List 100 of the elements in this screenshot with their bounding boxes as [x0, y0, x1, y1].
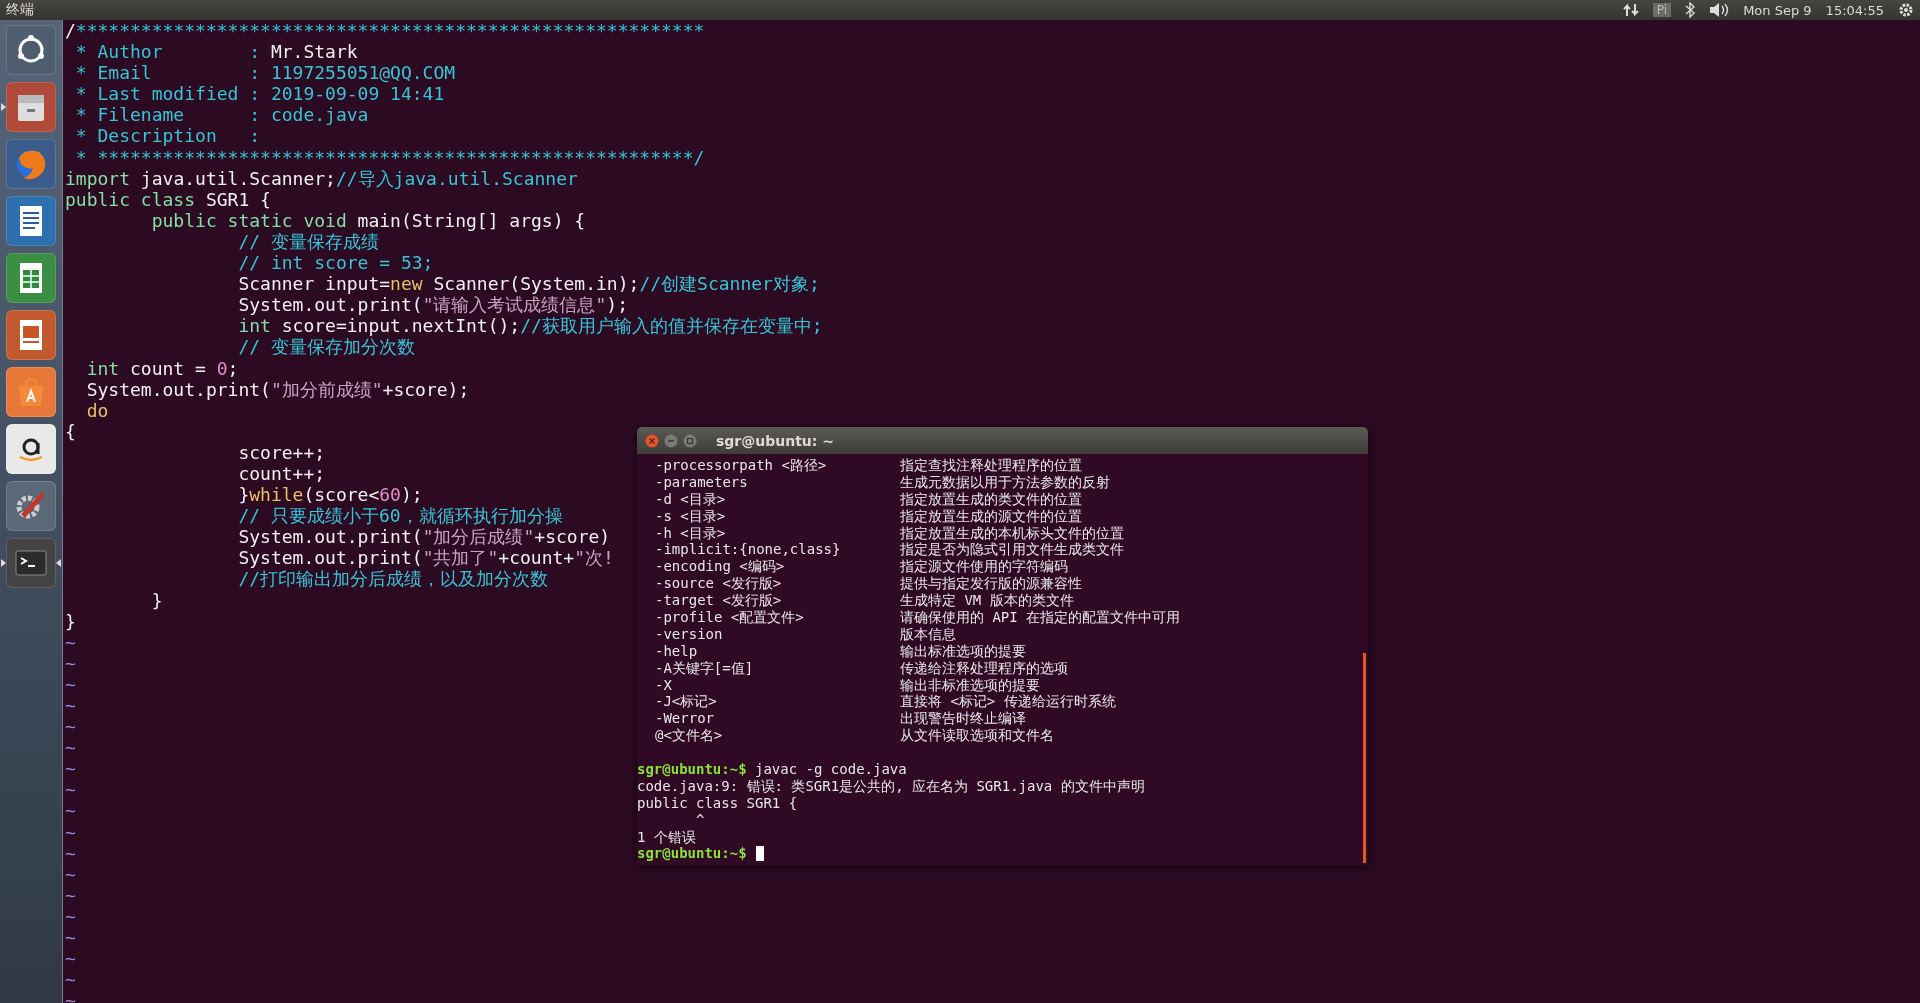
scrollbar[interactable]: [1363, 653, 1366, 863]
option-description: 传递给注释处理程序的选项: [900, 659, 1068, 677]
empty-line-marker: ~: [65, 884, 76, 906]
option-name: @<文件名>: [655, 727, 724, 745]
files-launcher-icon[interactable]: [6, 82, 56, 132]
browser-launcher-icon[interactable]: [6, 139, 56, 189]
option-name: -profile <配置文件>: [655, 609, 805, 626]
option-name: -X: [655, 676, 673, 694]
app-title: 终端: [6, 1, 34, 19]
writer-launcher-icon[interactable]: [6, 196, 56, 246]
amazon-launcher-icon[interactable]: [6, 424, 56, 474]
option-name: -processorpath <路径>: [655, 457, 828, 474]
dash-launcher-icon[interactable]: [6, 25, 56, 75]
option-description: 输出非标准选项的提要: [900, 676, 1040, 694]
option-name: -s <目录>: [655, 507, 727, 525]
option-description: 版本信息: [900, 625, 956, 643]
code-line: * Last modified : 2019-09-09 14:41: [74, 83, 445, 105]
code-line: * Email : 1197255051@QQ.COM: [74, 62, 456, 84]
option-description: 指定是否为隐式引用文件生成类文件: [900, 541, 1124, 559]
code-line: * *******************************************************/: [74, 146, 705, 168]
code-line: // int score = 53;: [237, 252, 434, 274]
code-line: }: [150, 589, 163, 611]
volume-icon[interactable]: [1709, 2, 1730, 18]
option-name: -version: [655, 625, 724, 643]
window-title: sgr@ubuntu: ~: [716, 432, 835, 449]
option-name: -source <发行版>: [655, 575, 783, 593]
impress-launcher-icon[interactable]: [6, 310, 56, 360]
code-line: import java.util.Scanner;//导入java.util.Scanner: [65, 167, 578, 189]
empty-line-marker: ~: [65, 652, 76, 674]
code-line: //打印输出加分后成绩，以及加分次数: [237, 568, 549, 590]
time-label[interactable]: 15:04:55: [1825, 2, 1884, 18]
minimize-icon[interactable]: [664, 433, 678, 448]
terminal-output: code.java:9: 错误: 类SGR1是公共的, 应在名为 SGR1.java 的文件中声明: [637, 777, 1146, 795]
empty-line-marker: ~: [65, 821, 76, 843]
code-line: count++;: [237, 462, 326, 485]
option-description: 从文件读取选项和文件名: [900, 727, 1054, 745]
empty-line-marker: ~: [65, 948, 76, 970]
empty-line-marker: ~: [65, 695, 76, 717]
code-line: System.out.print("共加了"+count+"次!: [237, 547, 614, 569]
code-line: System.out.print("加分前成绩"+score);: [85, 378, 470, 400]
code-line: * Description :: [74, 125, 261, 147]
empty-line-marker: ~: [65, 779, 76, 801]
code-line: int score=input.nextInt();//获取用户输入的值并保存在变量中;: [237, 315, 823, 337]
option-name: -d <目录>: [655, 490, 727, 508]
close-icon[interactable]: [645, 433, 659, 448]
code-line: {: [65, 420, 76, 442]
option-name: -J<标记>: [655, 693, 718, 711]
date-label[interactable]: Mon Sep 9: [1743, 2, 1812, 18]
empty-line-marker: ~: [65, 927, 76, 949]
maximize-icon[interactable]: [683, 433, 697, 448]
empty-line-marker: ~: [65, 863, 76, 885]
code-line: int count = 0;: [85, 357, 239, 379]
code-line: // 只要成绩小于60，就循环执行加分操: [237, 505, 563, 527]
option-name: -A关键字[=值]: [655, 659, 755, 677]
option-name: -help: [655, 642, 699, 660]
option-description: 输出标准选项的提要: [900, 642, 1026, 660]
terminal-launcher-icon[interactable]: [6, 538, 56, 588]
option-description: 出现警告时终止编译: [900, 710, 1026, 728]
empty-line-marker: ~: [65, 673, 76, 695]
code-line: public static void main(String[] args) {: [150, 209, 586, 231]
empty-line-marker: ~: [65, 842, 76, 864]
empty-line-marker: ~: [65, 631, 76, 653]
network-icon[interactable]: [1622, 2, 1639, 18]
empty-line-marker: ~: [65, 990, 76, 1003]
option-name: -encoding <编码>: [655, 558, 786, 576]
empty-line-marker: ~: [65, 758, 76, 780]
code-line: Scanner input=new Scanner(System.in);//创建Scanner对象;: [237, 273, 820, 295]
settings-icon[interactable]: [1898, 2, 1914, 18]
settings-launcher-icon[interactable]: [6, 481, 56, 531]
code-line: /**********************************************************: [65, 20, 705, 42]
option-description: 指定查找注释处理程序的位置: [900, 457, 1082, 474]
option-description: 指定源文件使用的字符编码: [900, 558, 1068, 576]
bluetooth-icon[interactable]: [1685, 2, 1696, 18]
option-description: 直接将 <标记> 传递给运行时系统: [900, 693, 1116, 711]
code-line: }: [65, 610, 76, 632]
calc-launcher-icon[interactable]: [6, 253, 56, 303]
code-line: * Author : Mr.Stark: [74, 41, 358, 63]
code-line: * Filename : code.java: [74, 104, 369, 126]
code-line: System.out.print("加分后成绩"+score): [237, 526, 611, 548]
option-description: 生成特定 VM 版本的类文件: [900, 592, 1074, 609]
option-description: 提供与指定发行版的源兼容性: [900, 575, 1082, 593]
empty-line-marker: ~: [65, 737, 76, 759]
shell-prompt: sgr@ubuntu:~$: [637, 845, 747, 863]
option-description: 生成元数据以用于方法参数的反射: [900, 473, 1110, 491]
code-line: // 变量保存成绩: [237, 230, 379, 253]
option-name: -parameters: [655, 473, 749, 491]
option-name: -Werror: [655, 710, 715, 728]
empty-line-marker: ~: [65, 716, 76, 738]
terminal-output: 1 个错误: [637, 828, 697, 846]
code-line: public class SGR1 {: [65, 188, 271, 210]
code-line: }while(score<60);: [237, 484, 423, 506]
option-description: 指定放置生成的类文件的位置: [900, 490, 1082, 508]
terminal-output: ^: [695, 811, 706, 829]
option-name: -h <目录>: [655, 524, 727, 542]
terminal-output: public class SGR1 {: [637, 794, 799, 812]
option-name: -implicit:{none,class}: [655, 541, 842, 559]
code-line: System.out.print("请输入考试成绩信息");: [237, 294, 628, 316]
empty-line-marker: ~: [65, 905, 76, 928]
code-line: score++;: [237, 441, 326, 463]
option-description: 请确保使用的 API 在指定的配置文件中可用: [900, 609, 1181, 626]
